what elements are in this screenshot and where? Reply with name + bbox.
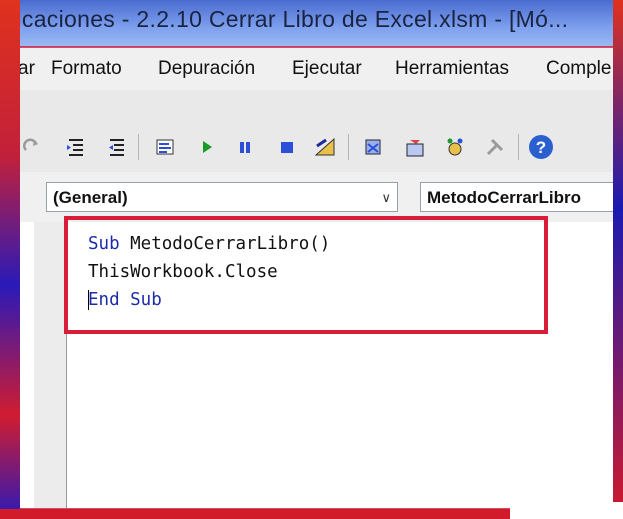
run-icon[interactable] <box>196 136 218 158</box>
chevron-down-icon[interactable]: ∨ <box>381 183 391 213</box>
toolbar-separator <box>138 134 139 160</box>
object-dropdown[interactable]: (General) ∨ <box>46 182 398 212</box>
toggle-breakpoint-icon[interactable] <box>154 136 176 158</box>
indent-icon[interactable] <box>65 136 87 158</box>
help-icon[interactable]: ? <box>528 134 554 160</box>
procedure-dropdown[interactable]: MetodoCerrarLibro <box>420 182 620 212</box>
title-bar: plicaciones - 2.2.10 Cerrar Libro de Exc… <box>0 0 623 47</box>
design-mode-icon[interactable] <box>314 136 336 158</box>
menu-item-depuracion[interactable]: Depuración <box>158 58 255 80</box>
decorative-patch <box>510 502 623 519</box>
window-title: plicaciones - 2.2.10 Cerrar Libro de Exc… <box>0 6 569 32</box>
outdent-icon[interactable] <box>106 136 128 158</box>
decorative-frame-left <box>0 0 20 519</box>
toolbox-icon[interactable] <box>484 136 506 158</box>
object-dropdown-value: (General) <box>53 188 128 207</box>
procedure-dropdown-value: MetodoCerrarLibro <box>427 188 581 207</box>
properties-icon[interactable] <box>404 136 426 158</box>
code-gutter <box>34 222 67 508</box>
highlight-box <box>64 216 548 334</box>
toolbar-separator <box>518 134 519 160</box>
toolbar: ? <box>20 90 613 173</box>
menu-item-complementos[interactable]: Comple <box>546 58 611 80</box>
menu-bar: ar Formato Depuración Ejecutar Herramien… <box>18 48 613 90</box>
menu-item-formato[interactable]: Formato <box>51 58 122 80</box>
redo-icon[interactable] <box>22 136 44 158</box>
menu-item-ejecutar[interactable]: Ejecutar <box>292 58 362 80</box>
decorative-frame-right <box>613 0 623 519</box>
menu-item-ver[interactable]: ar <box>18 58 35 80</box>
vba-editor-window: plicaciones - 2.2.10 Cerrar Libro de Exc… <box>0 0 623 508</box>
code-editor[interactable]: Sub MetodoCerrarLibro() ThisWorkbook.Clo… <box>20 216 613 508</box>
menu-item-herramientas[interactable]: Herramientas <box>395 58 509 80</box>
pause-icon[interactable] <box>234 136 256 158</box>
svg-text:?: ? <box>536 138 546 157</box>
toolbar-separator <box>348 134 349 160</box>
code-selectors: (General) ∨ MetodoCerrarLibro <box>20 172 620 222</box>
object-browser-icon[interactable] <box>444 136 466 158</box>
project-explorer-icon[interactable] <box>362 136 384 158</box>
stop-icon[interactable] <box>276 136 298 158</box>
